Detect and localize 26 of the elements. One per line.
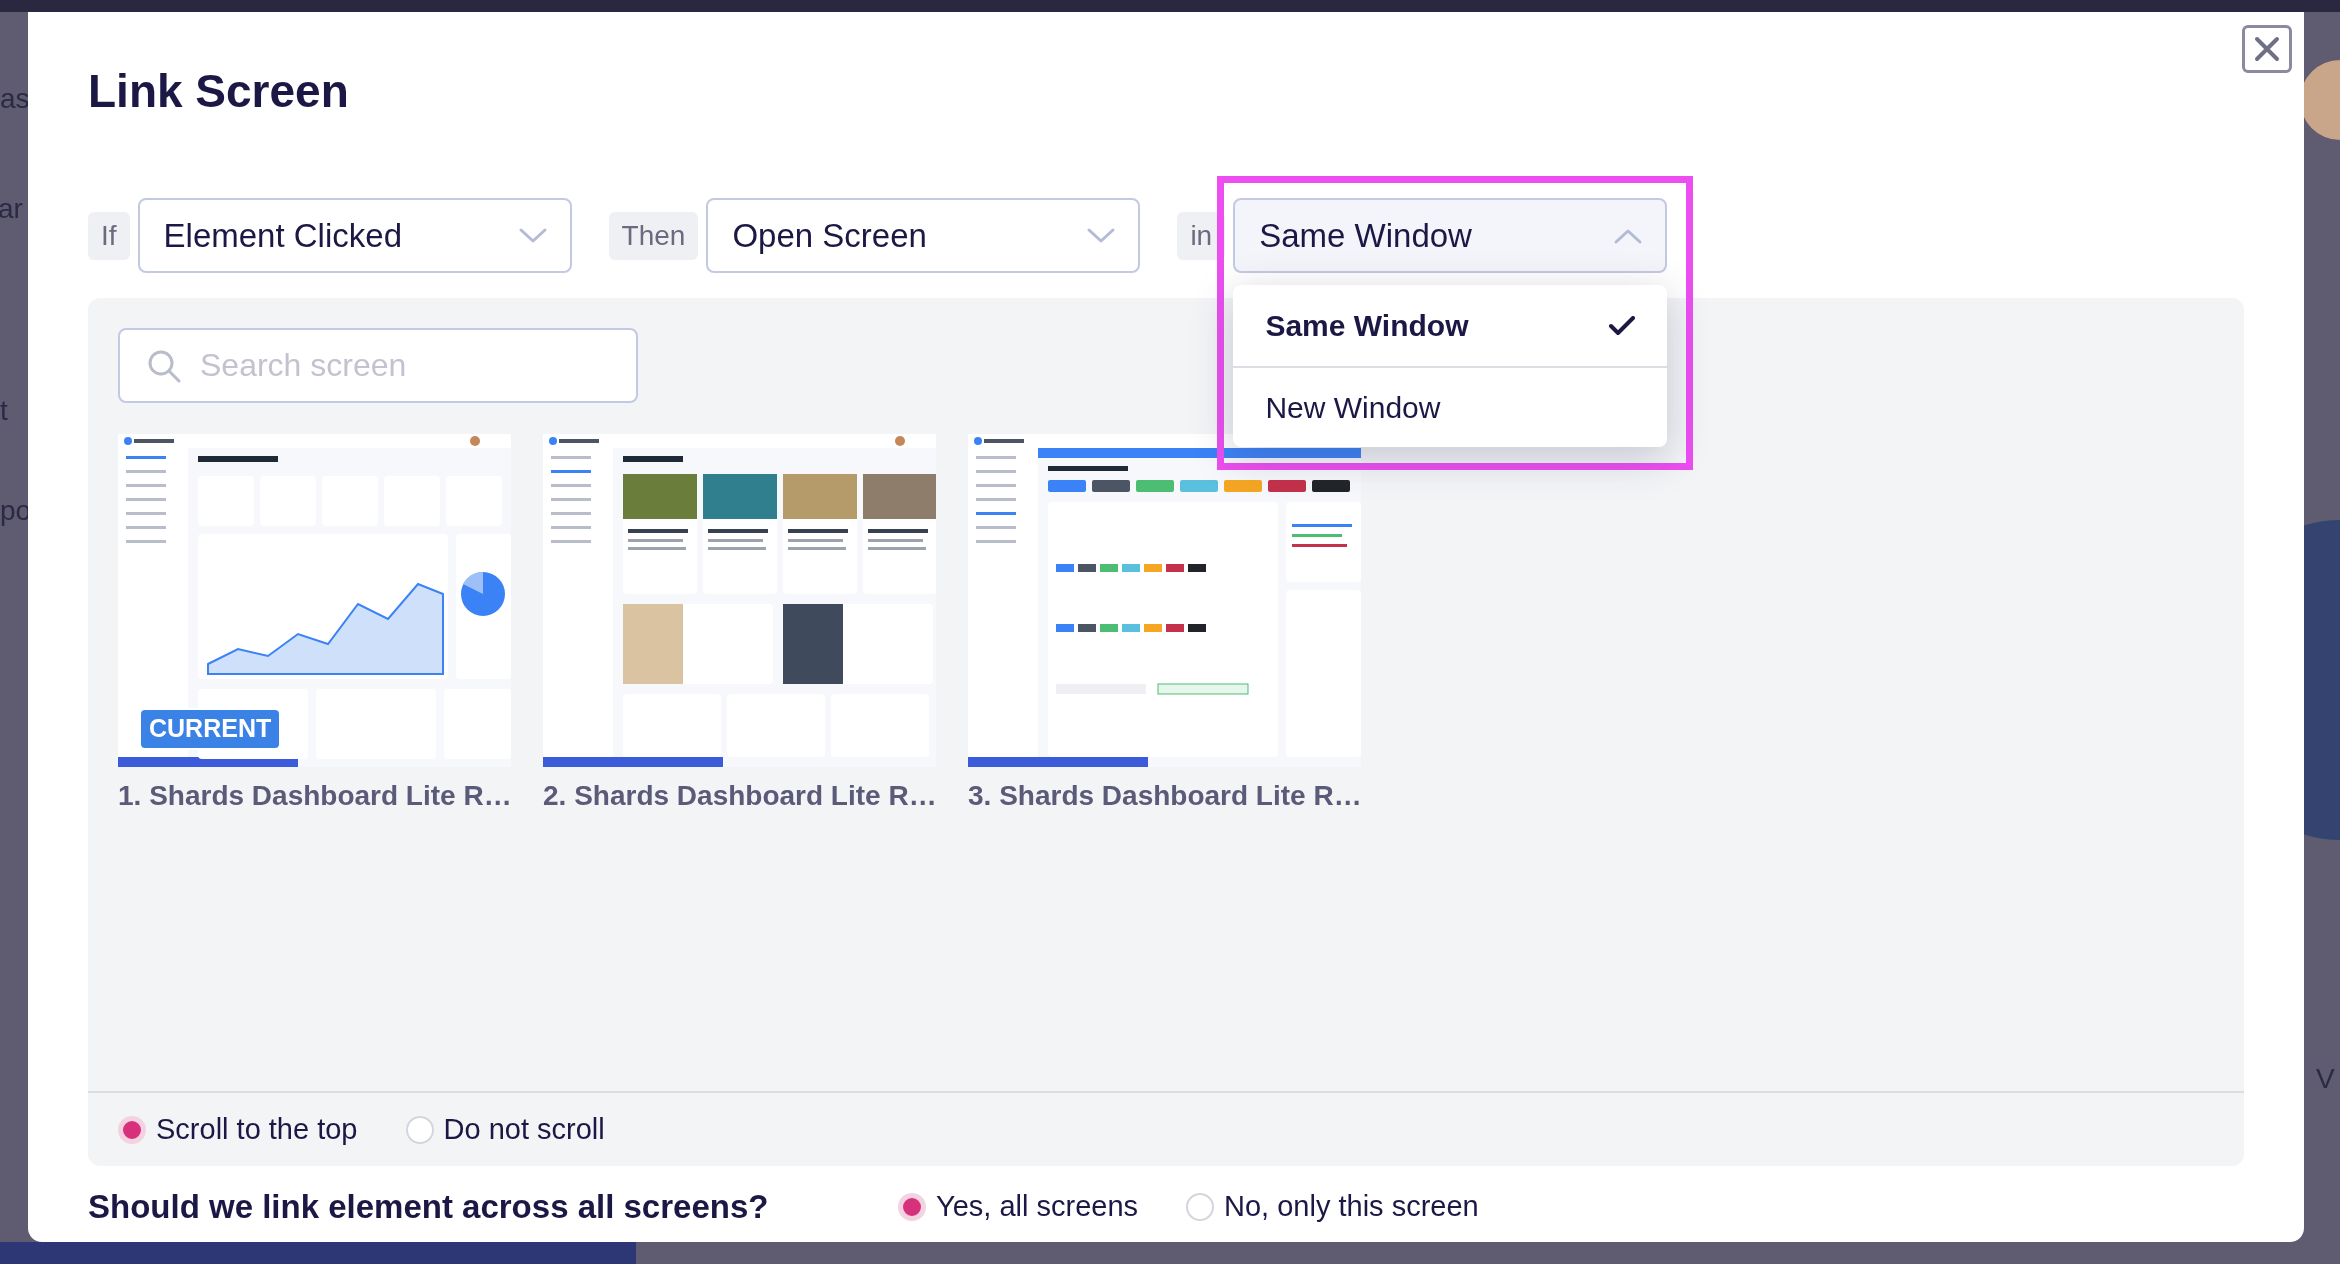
screen-name[interactable]: 2. Shards Dashboard Lite R… xyxy=(543,777,937,815)
dropdown-select[interactable]: Open Screen xyxy=(706,198,1141,273)
dropdown-option[interactable]: Same Window xyxy=(1233,285,1668,366)
search-icon xyxy=(146,348,182,384)
screen-thumbnail-drawing[interactable] xyxy=(968,434,1361,767)
condition-label: If xyxy=(88,211,130,260)
condition-label: Then xyxy=(608,211,699,260)
dropdown-select[interactable]: Element Clicked xyxy=(137,198,572,273)
screen-thumbnail-drawing[interactable] xyxy=(118,434,511,767)
radio-option[interactable]: No, only this screen xyxy=(1186,1185,1479,1229)
check-icon xyxy=(1609,315,1636,336)
dropdown-select[interactable]: Same Window xyxy=(1233,198,1668,273)
chevron-down-icon xyxy=(517,226,548,245)
screen-thumbnail-drawing[interactable] xyxy=(543,434,936,767)
dialog-title: Link Screen xyxy=(88,68,349,114)
close-button[interactable] xyxy=(2242,25,2292,73)
screen-name[interactable]: 3. Shards Dashboard Lite R… xyxy=(968,777,1362,815)
link-question: Should we link element across all screens? xyxy=(88,1187,770,1227)
close-icon xyxy=(2254,36,2280,62)
current-badge: CURRENT xyxy=(139,708,282,750)
radio-option[interactable]: Do not scroll xyxy=(405,1107,605,1152)
chevron-down-icon xyxy=(1086,226,1117,245)
radio-option[interactable]: Yes, all screens xyxy=(898,1185,1139,1229)
radio-option[interactable]: Scroll to the top xyxy=(118,1107,358,1152)
search-field[interactable]: Search screen xyxy=(118,328,638,403)
screen-name[interactable]: 1. Shards Dashboard Lite R… xyxy=(118,777,512,815)
